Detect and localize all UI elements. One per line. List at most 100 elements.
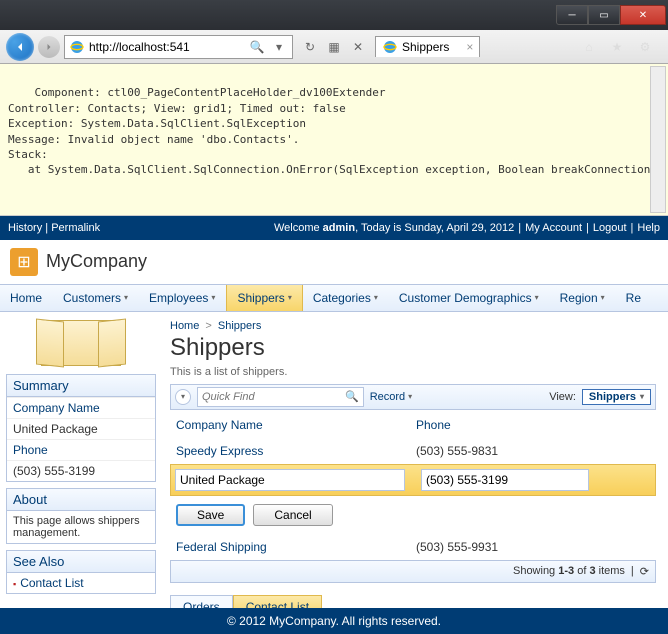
tab-orders[interactable]: Orders bbox=[170, 595, 233, 608]
page-title: Shippers bbox=[170, 334, 656, 362]
sidebar-image bbox=[41, 320, 121, 366]
dropdown-icon[interactable]: ▾ bbox=[270, 38, 288, 56]
ie-icon bbox=[382, 39, 398, 55]
seealso-contact-list[interactable]: Contact List bbox=[7, 573, 155, 593]
table-row[interactable]: Speedy Express (503) 555-9831 bbox=[170, 438, 656, 464]
seealso-header: See Also bbox=[7, 551, 155, 573]
window-maximize-button[interactable]: ▭ bbox=[588, 5, 620, 25]
grid-toolbar: ▾ 🔍 Record▾ View: Shippers▾ bbox=[170, 384, 656, 410]
nav-customer-demographics[interactable]: Customer Demographics▾ bbox=[389, 285, 550, 311]
permalink-link[interactable]: Permalink bbox=[51, 222, 100, 234]
nav-overflow[interactable]: Re bbox=[616, 285, 652, 311]
quick-find[interactable]: 🔍 bbox=[197, 387, 364, 407]
page-footer: © 2012 MyCompany. All rights reserved. bbox=[0, 608, 668, 634]
main-nav: Home Customers▾ Employees▾ Shippers▾ Cat… bbox=[0, 284, 668, 312]
error-scrollbar[interactable] bbox=[650, 66, 666, 213]
brand-bar: ⊞ MyCompany bbox=[0, 240, 668, 284]
nav-region[interactable]: Region▾ bbox=[550, 285, 616, 311]
about-text: This page allows shippers management. bbox=[7, 511, 155, 543]
nav-back-button[interactable] bbox=[6, 33, 34, 61]
chevron-down-icon: ▾ bbox=[211, 293, 215, 302]
cell-company[interactable]: Speedy Express bbox=[176, 444, 416, 458]
refresh-icon[interactable]: ⟳ bbox=[640, 565, 649, 578]
welcome-text: Welcome admin, Today is Sunday, April 29… bbox=[274, 222, 514, 234]
nav-employees[interactable]: Employees▾ bbox=[139, 285, 226, 311]
cell-company[interactable]: Federal Shipping bbox=[176, 540, 416, 554]
about-panel: About This page allows shippers manageme… bbox=[6, 488, 156, 544]
address-bar[interactable]: 🔍 ▾ bbox=[64, 35, 293, 59]
tab-contact-list[interactable]: Contact List bbox=[233, 595, 322, 608]
breadcrumb: Home > Shippers bbox=[170, 320, 656, 332]
grid-header: Company Name Phone bbox=[170, 410, 656, 438]
chevron-down-icon: ▾ bbox=[124, 293, 128, 302]
compat-icon[interactable]: ▦ bbox=[325, 38, 343, 56]
window-titlebar: ─ ▭ ✕ bbox=[0, 0, 668, 30]
quick-find-input[interactable] bbox=[202, 391, 345, 403]
app-topbar: History | Permalink Welcome admin, Today… bbox=[0, 216, 668, 240]
view-label: View: bbox=[549, 391, 576, 403]
home-icon[interactable]: ⌂ bbox=[580, 38, 598, 56]
error-text: Component: ctl00_PageContentPlaceHolder_… bbox=[8, 86, 657, 176]
chevron-down-icon: ▾ bbox=[288, 293, 292, 302]
cell-phone: (503) 555-9831 bbox=[416, 444, 650, 458]
breadcrumb-current: Shippers bbox=[218, 320, 261, 332]
chevron-down-icon: ▾ bbox=[535, 293, 539, 302]
seealso-panel: See Also Contact List bbox=[6, 550, 156, 594]
nav-categories[interactable]: Categories▾ bbox=[303, 285, 389, 311]
pager-text: Showing 1-3 of 3 items bbox=[513, 565, 625, 577]
tab-title: Shippers bbox=[402, 40, 449, 54]
edit-buttons: Save Cancel bbox=[170, 496, 656, 534]
summary-company-label: Company Name bbox=[7, 397, 155, 418]
help-link[interactable]: Help bbox=[637, 222, 660, 234]
brand-name: MyCompany bbox=[46, 251, 147, 272]
sidebar: Summary Company Name United Package Phon… bbox=[0, 312, 156, 608]
column-company-name[interactable]: Company Name bbox=[176, 418, 416, 432]
brand-icon: ⊞ bbox=[10, 248, 38, 276]
search-icon[interactable]: 🔍 bbox=[345, 390, 359, 403]
ie-icon bbox=[69, 39, 85, 55]
view-selector[interactable]: Shippers▾ bbox=[582, 389, 651, 405]
error-panel: Component: ctl00_PageContentPlaceHolder_… bbox=[0, 64, 668, 216]
save-button[interactable]: Save bbox=[176, 504, 245, 526]
sub-tabs: Orders Contact List bbox=[170, 595, 656, 608]
chevron-down-icon: ▾ bbox=[374, 293, 378, 302]
summary-header: Summary bbox=[7, 375, 155, 397]
refresh-icon[interactable]: ↻ bbox=[301, 38, 319, 56]
grid-pager: Showing 1-3 of 3 items | ⟳ bbox=[170, 560, 656, 583]
window-close-button[interactable]: ✕ bbox=[620, 5, 666, 25]
tab-close-icon[interactable]: × bbox=[466, 40, 473, 54]
table-row-editing bbox=[170, 464, 656, 496]
nav-forward-button[interactable] bbox=[38, 36, 60, 58]
cell-phone: (503) 555-9931 bbox=[416, 540, 650, 554]
cancel-button[interactable]: Cancel bbox=[253, 504, 332, 526]
about-header: About bbox=[7, 489, 155, 511]
window-minimize-button[interactable]: ─ bbox=[556, 5, 588, 25]
chevron-down-icon: ▾ bbox=[601, 293, 605, 302]
page-subtitle: This is a list of shippers. bbox=[170, 366, 656, 378]
stop-icon[interactable]: ✕ bbox=[349, 38, 367, 56]
toolbar-dropdown-icon[interactable]: ▾ bbox=[175, 389, 191, 405]
settings-icon[interactable]: ⚙ bbox=[636, 38, 654, 56]
edit-company-input[interactable] bbox=[175, 469, 405, 491]
search-icon[interactable]: 🔍 bbox=[248, 38, 266, 56]
favorites-icon[interactable]: ★ bbox=[608, 38, 626, 56]
edit-phone-input[interactable] bbox=[421, 469, 589, 491]
summary-phone-label: Phone bbox=[7, 439, 155, 460]
nav-customers[interactable]: Customers▾ bbox=[53, 285, 139, 311]
nav-home[interactable]: Home bbox=[0, 285, 53, 311]
url-input[interactable] bbox=[89, 40, 244, 54]
table-row[interactable]: Federal Shipping (503) 555-9931 bbox=[170, 534, 656, 560]
browser-navbar: 🔍 ▾ ↻ ▦ ✕ Shippers × ⌂ ★ ⚙ bbox=[0, 30, 668, 64]
summary-company-value: United Package bbox=[7, 418, 155, 439]
myaccount-link[interactable]: My Account bbox=[525, 222, 582, 234]
summary-panel: Summary Company Name United Package Phon… bbox=[6, 374, 156, 482]
summary-phone-value: (503) 555-3199 bbox=[7, 460, 155, 481]
column-phone[interactable]: Phone bbox=[416, 418, 650, 432]
nav-shippers[interactable]: Shippers▾ bbox=[226, 285, 302, 311]
browser-tab[interactable]: Shippers × bbox=[375, 36, 480, 57]
main-content: Home > Shippers Shippers This is a list … bbox=[156, 312, 668, 608]
history-link[interactable]: History bbox=[8, 222, 42, 234]
logout-link[interactable]: Logout bbox=[593, 222, 627, 234]
breadcrumb-home[interactable]: Home bbox=[170, 320, 199, 332]
record-menu[interactable]: Record▾ bbox=[370, 391, 412, 403]
